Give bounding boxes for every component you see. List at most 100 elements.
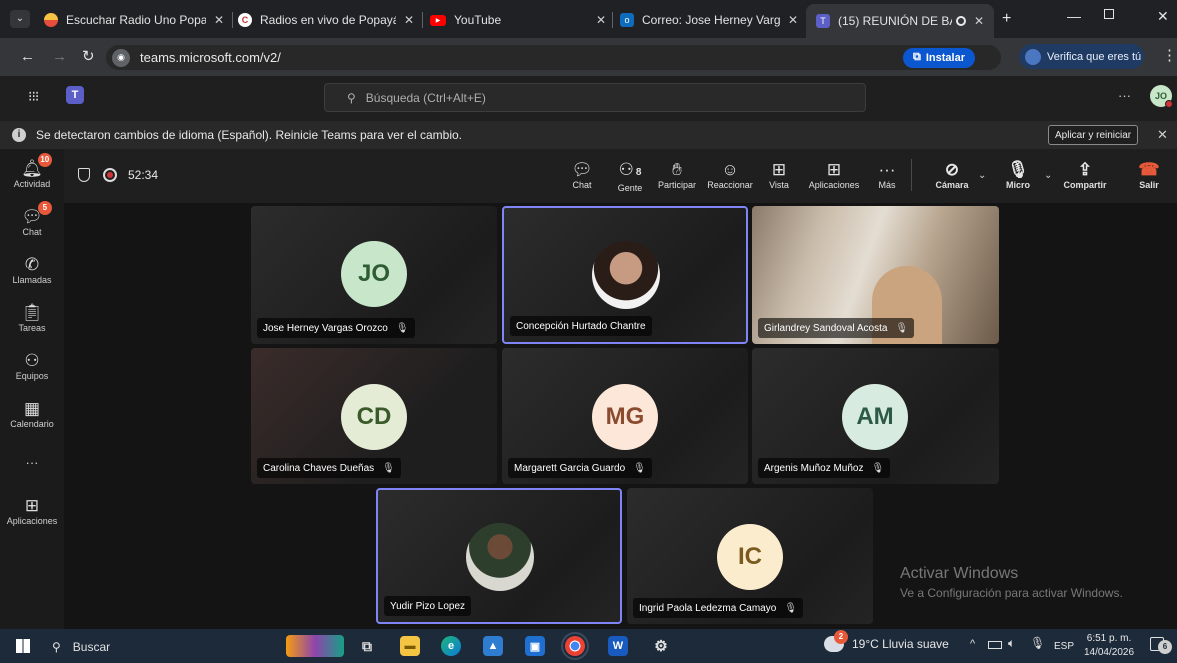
browser-tab-radio-uno[interactable]: Escuchar Radio Uno Popaya ✕ (44, 6, 226, 34)
speaker-icon[interactable]: 🔈︎ (1008, 636, 1015, 651)
browser-tab-outlook[interactable]: o Correo: Jose Herney Vargas ✕ (620, 6, 800, 34)
participant-photo (466, 523, 534, 591)
participant-tile[interactable]: AM Argenis Muñoz Muñoz 🎙︎ (752, 348, 999, 484)
people-button[interactable]: ⚇ 8 Gente (613, 160, 647, 193)
camera-button[interactable]: ⊘ Cámara (934, 160, 970, 190)
taskbar-search-input[interactable]: ⚲ Buscar (52, 637, 262, 657)
weather-widget[interactable]: 2 19°C Lluvia suave (824, 630, 949, 652)
windows-activation-watermark: Activar Windows Ve a Configuración para … (900, 565, 1123, 600)
rail-item-teams[interactable]: ⚇ Equipos (0, 351, 64, 381)
avatar: CD (341, 384, 407, 450)
close-icon[interactable]: ✕ (596, 13, 606, 27)
reload-icon[interactable]: ↻ (82, 47, 95, 65)
mic-button[interactable]: 🎙︎ Micro (1004, 160, 1032, 190)
avatar-initials: IC (738, 543, 762, 570)
chat-button[interactable]: 💬︎ Chat (568, 160, 596, 190)
profile-avatar[interactable]: JO (1150, 85, 1173, 108)
toolbar-label: Salir (1139, 180, 1159, 190)
tray-chevron-icon[interactable]: ^ (970, 638, 975, 650)
people-group-icon: ⚇ (24, 351, 40, 370)
participant-tile[interactable]: Concepción Hurtado Chantre (502, 206, 748, 344)
chat-icon: 💬︎ (571, 160, 593, 179)
install-app-button[interactable]: ⧉ Instalar (903, 47, 975, 68)
minimize-icon[interactable]: — (1067, 8, 1081, 24)
notifications-icon[interactable]: 6 (1150, 637, 1172, 654)
chrome-browser-icon[interactable] (561, 632, 589, 660)
browser-tab-radios-popayan[interactable]: C Radios en vivo de Popayán ( ✕ (238, 6, 416, 34)
edge-browser-icon[interactable]: e (441, 636, 461, 656)
task-view-icon[interactable]: ⧉ (357, 636, 377, 656)
browser-tab-teams-meeting[interactable]: T (15) REUNIÓN DE BALAN ✕ (806, 4, 994, 38)
participant-tile[interactable]: JO Jose Herney Vargas Orozco 🎙︎ (251, 206, 497, 344)
add-apps-icon: ⊞ (826, 160, 842, 179)
clipboard-icon: 📋︎ (21, 303, 43, 322)
mic-muted-icon: 🎙︎ (784, 602, 798, 614)
close-icon[interactable]: ✕ (1157, 127, 1168, 143)
rail-item-chat[interactable]: 💬︎ 5 Chat (0, 201, 64, 237)
raise-hand-button[interactable]: ✋︎ Participar (655, 160, 699, 190)
rail-item-calls[interactable]: ✆ Llamadas (0, 255, 64, 285)
react-button[interactable]: ☺ Reaccionar (704, 160, 756, 190)
participant-tile[interactable]: IC Ingrid Paola Ledezma Camayo 🎙︎ (627, 488, 873, 624)
verify-identity-button[interactable]: Verifica que eres tú (1019, 44, 1144, 69)
site-info-icon[interactable]: ◉ (112, 48, 130, 67)
browser-menu-icon[interactable]: ⋮ (1162, 46, 1177, 64)
avatar-initials: JO (1154, 91, 1167, 101)
new-tab-button[interactable]: + (1002, 10, 1011, 28)
mic-options-chevron-icon[interactable]: ⌄ (1044, 170, 1052, 181)
tab-title: (15) REUNIÓN DE BALAN (838, 14, 952, 28)
language-indicator[interactable]: ESP (1054, 641, 1074, 652)
participant-nametag: Girlandrey Sandoval Acosta 🎙︎ (758, 318, 915, 338)
microsoft-store-icon[interactable]: ▣ (525, 636, 545, 656)
camera-options-chevron-icon[interactable]: ⌄ (978, 170, 986, 181)
apply-restart-button[interactable]: Aplicar y reiniciar (1048, 125, 1139, 145)
rail-item-apps[interactable]: ⊞ Aplicaciones (0, 496, 64, 526)
forward-icon[interactable]: → (52, 48, 67, 65)
close-icon[interactable]: ✕ (788, 13, 798, 27)
mic-muted-icon: 🎙︎ (871, 462, 885, 474)
back-icon[interactable]: ← (20, 48, 35, 65)
browser-tab-youtube[interactable]: ▶ YouTube ✕ (430, 6, 606, 34)
chat-badge: 5 (37, 201, 52, 215)
address-bar[interactable]: ◉ teams.microsoft.com/v2/ ⧉ Instalar (106, 45, 1001, 70)
close-window-icon[interactable]: ✕ (1157, 8, 1169, 25)
participant-nametag: Yudir Pizo Lopez (384, 596, 472, 616)
taskbar-highlight-icon[interactable] (286, 635, 344, 657)
settings-gear-icon[interactable]: ⚙ (651, 636, 671, 656)
participant-tile[interactable]: Yudir Pizo Lopez (376, 488, 622, 624)
more-actions-button[interactable]: ··· Más (876, 160, 898, 190)
participant-tile[interactable]: CD Carolina Chaves Dueñas 🎙︎ (251, 348, 497, 484)
avatar: JO (341, 241, 407, 307)
tab-title: Radios en vivo de Popayán ( (260, 13, 396, 27)
word-app-icon[interactable]: W (608, 636, 628, 656)
file-explorer-icon[interactable]: ▬ (400, 636, 420, 656)
apps-button[interactable]: ⊞ Aplicaciones (806, 160, 862, 190)
weather-text: 19°C Lluvia suave (852, 637, 949, 651)
rail-item-tasks[interactable]: 📋︎ Tareas (0, 303, 64, 333)
close-icon[interactable]: ✕ (974, 14, 984, 28)
rail-more-button[interactable]: ··· (0, 455, 64, 470)
restore-icon[interactable] (1104, 9, 1114, 19)
photos-app-icon[interactable]: ▲ (483, 636, 503, 656)
app-launcher-icon[interactable]: ⁝⁝⁝ (28, 88, 39, 105)
share-button[interactable]: ⇪ Compartir (1062, 160, 1108, 190)
c-favicon-icon: C (238, 13, 252, 27)
install-icon: ⧉ (913, 51, 921, 63)
rail-item-calendar[interactable]: ▦ Calendario (0, 399, 64, 429)
participant-nametag: Carolina Chaves Dueñas 🎙︎ (257, 458, 401, 478)
toolbar-label: Aplicaciones (808, 180, 860, 190)
windows-start-icon[interactable] (16, 639, 30, 653)
microphone-icon[interactable]: 🎙︎ (1030, 636, 1045, 650)
search-input[interactable]: ⚲ Búsqueda (Ctrl+Alt+E) (324, 83, 866, 112)
close-icon[interactable]: ✕ (214, 13, 224, 27)
people-icon: ⚇ 8 (618, 160, 642, 179)
close-icon[interactable]: ✕ (404, 13, 414, 27)
participant-tile[interactable]: MG Margarett Garcia Guardo 🎙︎ (502, 348, 748, 484)
clock[interactable]: 6:51 p. m. 14/04/2026 (1080, 632, 1138, 660)
view-button[interactable]: ⊞ Vista (766, 160, 792, 190)
tab-search-button[interactable]: ⌄ (10, 10, 30, 28)
rail-item-activity[interactable]: 🔔︎ 10 Actividad (0, 153, 64, 189)
participant-video-tile[interactable]: Girlandrey Sandoval Acosta 🎙︎ (752, 206, 999, 344)
more-options-button[interactable]: ··· (1118, 88, 1131, 103)
leave-button[interactable]: ☎︎ Salir (1136, 160, 1162, 190)
